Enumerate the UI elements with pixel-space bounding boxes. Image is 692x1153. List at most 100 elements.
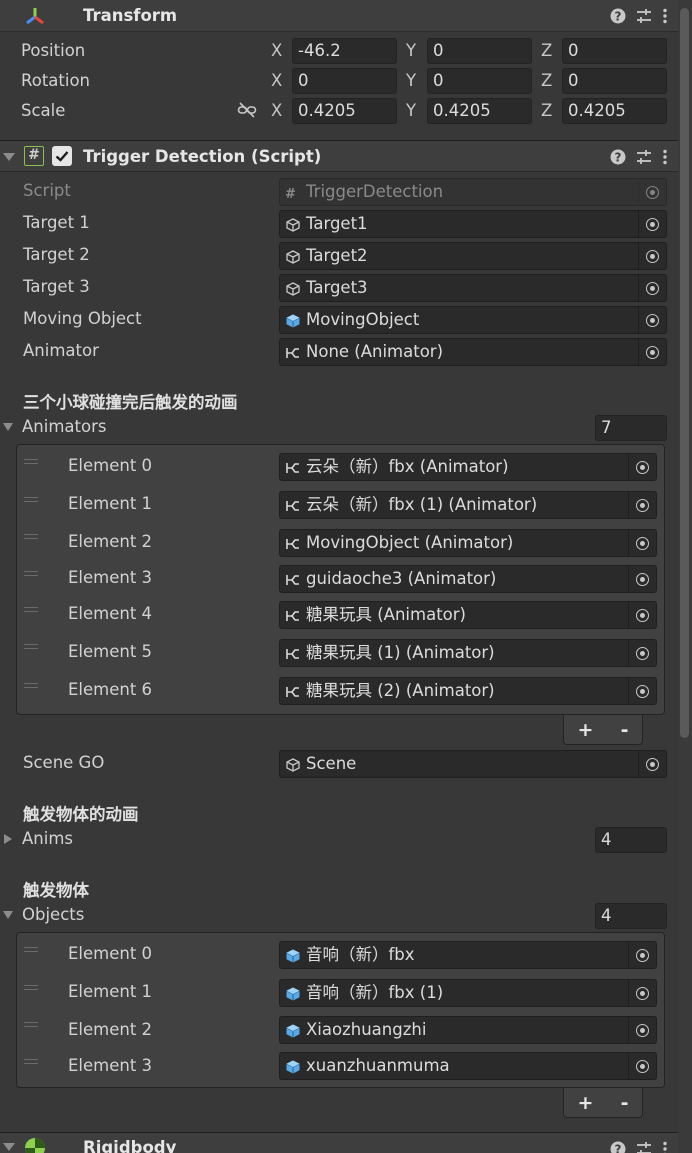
target2-field[interactable]: Target2 [279, 242, 667, 270]
rigidbody-header[interactable]: Rigidbody ? [0, 1132, 692, 1153]
animator-element-field[interactable]: 糖果玩具 (Animator) [279, 601, 657, 629]
more-icon[interactable] [662, 149, 668, 165]
position-z-axis[interactable]: Z [541, 41, 552, 60]
object-element-field[interactable]: 音响（新）fbx [279, 941, 657, 969]
object-picker-icon[interactable] [636, 572, 649, 586]
object-picker-icon[interactable] [646, 757, 659, 771]
position-z-field[interactable]: 0 [562, 38, 667, 64]
more-icon[interactable] [662, 1141, 668, 1153]
object-picker-icon[interactable] [636, 498, 649, 512]
help-icon[interactable]: ? [610, 1141, 626, 1153]
scale-y-field[interactable]: 0.4205 [427, 98, 532, 124]
scale-z-axis[interactable]: Z [541, 101, 552, 120]
object-picker-icon[interactable] [636, 1023, 649, 1037]
drag-handle-icon[interactable] [24, 571, 38, 576]
object-element-field[interactable]: 音响（新）fbx (1) [279, 979, 657, 1007]
scale-x-field[interactable]: 0.4205 [292, 98, 397, 124]
drag-handle-icon[interactable] [24, 459, 38, 464]
element-label: Element 3 [68, 568, 153, 587]
constrain-proportions-icon[interactable] [237, 102, 257, 118]
scale-z-field[interactable]: 0.4205 [562, 98, 667, 124]
more-icon[interactable] [662, 8, 668, 24]
presets-icon[interactable] [636, 1141, 652, 1153]
animator-element-field[interactable]: 糖果玩具 (2) (Animator) [279, 677, 657, 705]
script-component-header[interactable]: # Trigger Detection (Script) ? [0, 140, 692, 172]
objects-label[interactable]: Objects [22, 905, 84, 924]
object-picker-icon[interactable] [646, 249, 659, 263]
animator-icon [286, 687, 299, 697]
scene-go-field[interactable]: Scene [279, 750, 667, 778]
drag-handle-icon[interactable] [24, 1059, 38, 1064]
position-y-axis[interactable]: Y [406, 41, 416, 60]
animator-element-field[interactable]: 糖果玩具 (1) (Animator) [279, 639, 657, 667]
element-label: Element 1 [68, 982, 153, 1001]
animator-field[interactable]: None (Animator) [279, 338, 667, 366]
drag-handle-icon[interactable] [24, 644, 38, 649]
drag-handle-icon[interactable] [24, 607, 38, 612]
remove-element-button[interactable]: - [621, 1092, 629, 1114]
rotation-y-axis[interactable]: Y [406, 71, 416, 90]
element-label: Element 3 [68, 1056, 153, 1075]
animator-element-field[interactable]: MovingObject (Animator) [279, 529, 657, 557]
gameobject-icon [286, 218, 300, 232]
object-picker-icon[interactable] [646, 345, 659, 359]
target1-field[interactable]: Target1 [279, 210, 667, 238]
anims-fold-arrow-icon[interactable] [4, 834, 12, 844]
objects-fold-arrow-icon[interactable] [3, 911, 13, 919]
object-picker-icon[interactable] [646, 313, 659, 327]
drag-handle-icon[interactable] [24, 683, 38, 688]
presets-icon[interactable] [636, 149, 652, 165]
position-y-field[interactable]: 0 [427, 38, 532, 64]
animator-element-field[interactable]: guidaoche3 (Animator) [279, 565, 657, 593]
objects-size-field[interactable]: 4 [595, 903, 667, 929]
position-x-field[interactable]: -46.2 [292, 38, 397, 64]
object-picker-icon[interactable] [636, 646, 649, 660]
object-picker-icon[interactable] [646, 281, 659, 295]
scrollbar-thumb[interactable] [680, 8, 689, 738]
remove-element-button[interactable]: - [621, 719, 629, 741]
rotation-z-axis[interactable]: Z [541, 71, 552, 90]
anims-label[interactable]: Anims [22, 829, 73, 848]
drag-handle-icon[interactable] [24, 985, 38, 990]
presets-icon[interactable] [636, 8, 652, 24]
transform-header[interactable]: Transform ? [0, 0, 692, 32]
animators-label[interactable]: Animators [22, 417, 106, 436]
drag-handle-icon[interactable] [24, 947, 38, 952]
objects-add-remove: + - [563, 1088, 643, 1118]
add-element-button[interactable]: + [578, 1092, 594, 1114]
drag-handle-icon[interactable] [24, 1022, 38, 1027]
object-picker-icon[interactable] [636, 608, 649, 622]
object-picker-icon[interactable] [636, 986, 649, 1000]
drag-handle-icon[interactable] [24, 497, 38, 502]
animator-element-field[interactable]: 云朵（新）fbx (1) (Animator) [279, 491, 657, 519]
help-icon[interactable]: ? [610, 8, 626, 24]
object-picker-icon[interactable] [636, 1059, 649, 1073]
object-picker-icon[interactable] [636, 684, 649, 698]
rotation-x-axis[interactable]: X [271, 71, 282, 90]
rotation-y-field[interactable]: 0 [427, 68, 532, 94]
fold-arrow-icon[interactable] [3, 153, 15, 161]
rotation-z-field[interactable]: 0 [562, 68, 667, 94]
anims-size-field[interactable]: 4 [595, 827, 667, 853]
target3-field[interactable]: Target3 [279, 274, 667, 302]
rotation-x-field[interactable]: 0 [292, 68, 397, 94]
object-element-field[interactable]: xuanzhuanmuma [279, 1052, 657, 1080]
animator-element-field[interactable]: 云朵（新）fbx (Animator) [279, 453, 657, 481]
scale-y-axis[interactable]: Y [406, 101, 416, 120]
enabled-checkbox[interactable] [52, 146, 72, 166]
help-icon[interactable]: ? [610, 149, 626, 165]
add-element-button[interactable]: + [578, 719, 594, 741]
moving-object-field[interactable]: MovingObject [279, 306, 667, 334]
scale-x-axis[interactable]: X [271, 101, 282, 120]
object-picker-icon[interactable] [646, 217, 659, 231]
object-picker-icon [646, 185, 659, 199]
position-x-axis[interactable]: X [271, 41, 282, 60]
object-picker-icon[interactable] [636, 536, 649, 550]
object-picker-icon[interactable] [636, 460, 649, 474]
drag-handle-icon[interactable] [24, 534, 38, 539]
object-element-field[interactable]: Xiaozhuangzhi [279, 1016, 657, 1044]
object-picker-icon[interactable] [636, 948, 649, 962]
fold-arrow-icon[interactable] [3, 1143, 15, 1151]
animators-size-field[interactable]: 7 [595, 415, 667, 441]
animators-fold-arrow-icon[interactable] [3, 423, 13, 431]
